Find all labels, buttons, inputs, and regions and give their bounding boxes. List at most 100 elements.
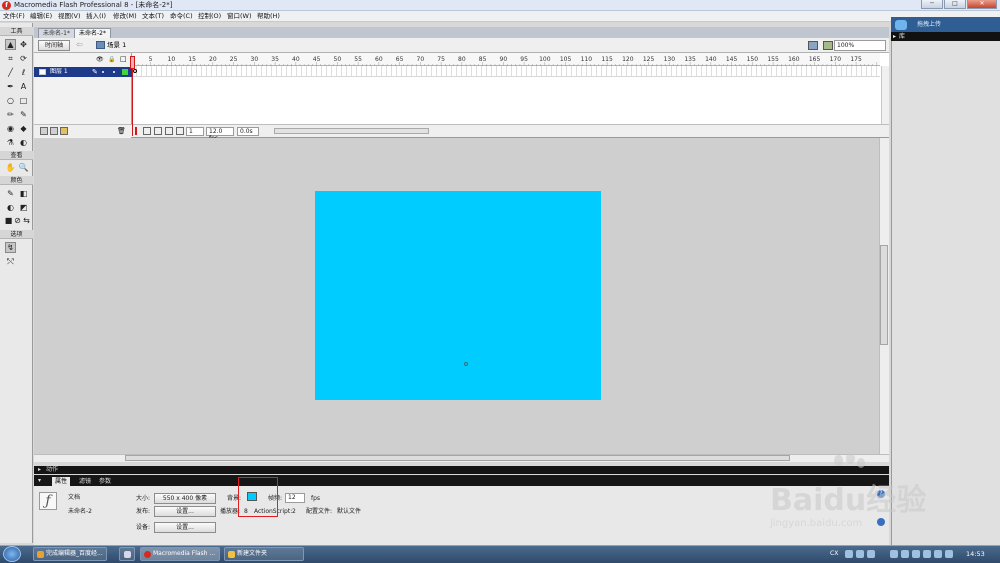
close-button[interactable]: ✕ <box>967 0 997 9</box>
tray-app-icon[interactable] <box>867 550 875 558</box>
menu-help[interactable]: 帮助(H) <box>257 12 280 21</box>
clock[interactable]: 14:53 <box>966 547 985 561</box>
library-label[interactable]: 库 <box>899 32 905 41</box>
language-indicator[interactable]: CX <box>830 547 838 561</box>
tray-flag-icon[interactable] <box>934 550 942 558</box>
menu-insert[interactable]: 插入(I) <box>86 12 106 21</box>
modify-onion-markers-icon[interactable] <box>176 127 184 135</box>
edit-scene-icon[interactable] <box>808 41 818 50</box>
task-folder[interactable]: 新建文件夹 <box>224 547 304 561</box>
stage-horizontal-scroll-thumb[interactable] <box>125 455 790 461</box>
timeline-vertical-scrollbar[interactable] <box>881 66 889 124</box>
publish-settings-button[interactable]: 设置... <box>154 506 216 517</box>
visible-dot-icon[interactable] <box>102 71 104 73</box>
onion-outline-icon[interactable] <box>154 127 162 135</box>
tray-volume-icon[interactable] <box>923 550 931 558</box>
tray-monitor-icon[interactable] <box>945 550 953 558</box>
task-flash[interactable]: Macromedia Flash ... <box>140 547 220 561</box>
expand-arrow-icon[interactable]: ▸ <box>893 32 896 41</box>
playhead[interactable] <box>130 56 135 136</box>
stage-canvas[interactable] <box>315 191 601 400</box>
hand-tool-icon[interactable]: ✋ <box>5 162 16 173</box>
actions-label[interactable]: 动作 <box>46 466 58 474</box>
actions-panel-bar[interactable]: ▸ 动作 <box>34 466 889 474</box>
device-settings-button[interactable]: 设置... <box>154 522 216 533</box>
tray-shield-icon[interactable] <box>901 550 909 558</box>
menu-window[interactable]: 窗口(W) <box>227 12 252 21</box>
expand-arrow-icon[interactable]: ▸ <box>38 466 41 474</box>
show-hide-all-icon[interactable]: 👁 <box>96 55 104 64</box>
stroke-color-icon[interactable]: ✎ <box>5 188 16 199</box>
timeline-toggle-button[interactable]: 时间轴 <box>38 40 70 51</box>
subselection-tool-icon[interactable]: ✥ <box>18 39 29 50</box>
task-browser[interactable]: 完成编辑器_百度经... <box>33 547 107 561</box>
menu-view[interactable]: 视图(V) <box>58 12 81 21</box>
rectangle-tool-icon[interactable]: □ <box>18 95 29 106</box>
brush-tool-icon[interactable]: ✎ <box>18 109 29 120</box>
lasso-tool-icon[interactable]: ℓ <box>18 67 29 78</box>
tab-filters[interactable]: 滤镜 <box>76 477 94 486</box>
task-explorer[interactable] <box>119 547 135 561</box>
upload-label[interactable]: 拖拽上传 <box>917 20 941 29</box>
menu-text[interactable]: 文本(T) <box>142 12 164 21</box>
smooth-option-icon[interactable]: ⤲ <box>5 256 16 267</box>
fill-color-icon[interactable]: ◐ <box>5 202 16 213</box>
add-guide-layer-icon[interactable] <box>50 127 58 135</box>
tray-network-icon[interactable] <box>890 550 898 558</box>
tab-parameters[interactable]: 参数 <box>96 477 114 486</box>
zoom-tool-icon[interactable]: 🔍 <box>18 162 29 173</box>
layer-name[interactable]: 图层 1 <box>50 67 68 77</box>
ink-bottle-tool-icon[interactable]: ◉ <box>5 123 16 134</box>
fill-color-swatch[interactable]: ◩ <box>18 202 29 213</box>
outline-all-icon[interactable]: □ <box>120 55 127 64</box>
edit-multiple-frames-icon[interactable] <box>165 127 173 135</box>
paint-bucket-tool-icon[interactable]: ◆ <box>18 123 29 134</box>
zoom-select[interactable]: 100% <box>834 40 886 51</box>
oval-tool-icon[interactable]: ○ <box>5 95 16 106</box>
outline-color-icon[interactable] <box>122 69 128 75</box>
eraser-tool-icon[interactable]: ◐ <box>18 137 29 148</box>
tab-properties[interactable]: 属性 <box>52 477 71 486</box>
delete-layer-icon[interactable]: 🗑 <box>117 126 126 136</box>
library-panel-bar[interactable]: ▸ 库 <box>891 32 1000 41</box>
back-arrow-icon[interactable]: ⇦ <box>76 40 83 50</box>
insert-layer-icon[interactable] <box>40 127 48 135</box>
layer-row[interactable]: 图层 1 ✎ <box>34 67 132 77</box>
tray-help-icon[interactable] <box>845 550 853 558</box>
center-frame-icon[interactable] <box>135 127 137 135</box>
text-tool-icon[interactable]: A <box>18 81 29 92</box>
tab-document-2[interactable]: 未命名-2* <box>74 28 111 38</box>
frame-grid[interactable] <box>132 66 880 77</box>
menu-commands[interactable]: 命令(C) <box>170 12 193 21</box>
menu-file[interactable]: 文件(F) <box>3 12 25 21</box>
menu-control[interactable]: 控制(O) <box>198 12 221 21</box>
tab-document-1[interactable]: 未命名-1* <box>38 28 75 38</box>
fill-transform-tool-icon[interactable]: ⟳ <box>18 53 29 64</box>
free-transform-tool-icon[interactable]: ⌗ <box>5 53 16 64</box>
minimize-button[interactable]: ─ <box>921 0 943 9</box>
line-tool-icon[interactable]: ╱ <box>5 67 16 78</box>
lock-all-icon[interactable]: 🔒 <box>108 55 115 64</box>
tray-settings-icon[interactable] <box>856 550 864 558</box>
snap-to-objects-icon[interactable]: ↯ <box>5 242 16 253</box>
menu-edit[interactable]: 编辑(E) <box>30 12 52 21</box>
collapse-arrow-icon[interactable]: ▾ <box>38 476 41 486</box>
start-button[interactable] <box>3 546 21 562</box>
stage-vertical-scroll-thumb[interactable] <box>880 245 888 345</box>
document-size-button[interactable]: 550 x 400 像素 <box>154 493 216 504</box>
onion-skin-icon[interactable] <box>143 127 151 135</box>
stroke-color-swatch[interactable]: ◧ <box>18 188 29 199</box>
maximize-button[interactable]: □ <box>944 0 966 9</box>
insert-folder-icon[interactable] <box>60 127 68 135</box>
lock-dot-icon[interactable] <box>113 71 115 73</box>
framerate-input[interactable]: 12 <box>285 493 305 503</box>
tray-security-icon[interactable] <box>912 550 920 558</box>
menu-modify[interactable]: 修改(M) <box>113 12 137 21</box>
selection-tool-icon[interactable]: ▲ <box>5 39 16 50</box>
edit-symbol-icon[interactable] <box>823 41 833 50</box>
frame-ruler[interactable]: 5 10 15 20 25 30 35 40 45 50 55 60 65 70 75 80 85 90 95 100… <box>132 53 880 66</box>
timeline-horizontal-scrollbar[interactable] <box>274 128 429 134</box>
swap-colors-icon[interactable]: ⇆ <box>21 215 32 226</box>
pencil-tool-icon[interactable]: ✏ <box>5 109 16 120</box>
pen-tool-icon[interactable]: ✒ <box>5 81 16 92</box>
